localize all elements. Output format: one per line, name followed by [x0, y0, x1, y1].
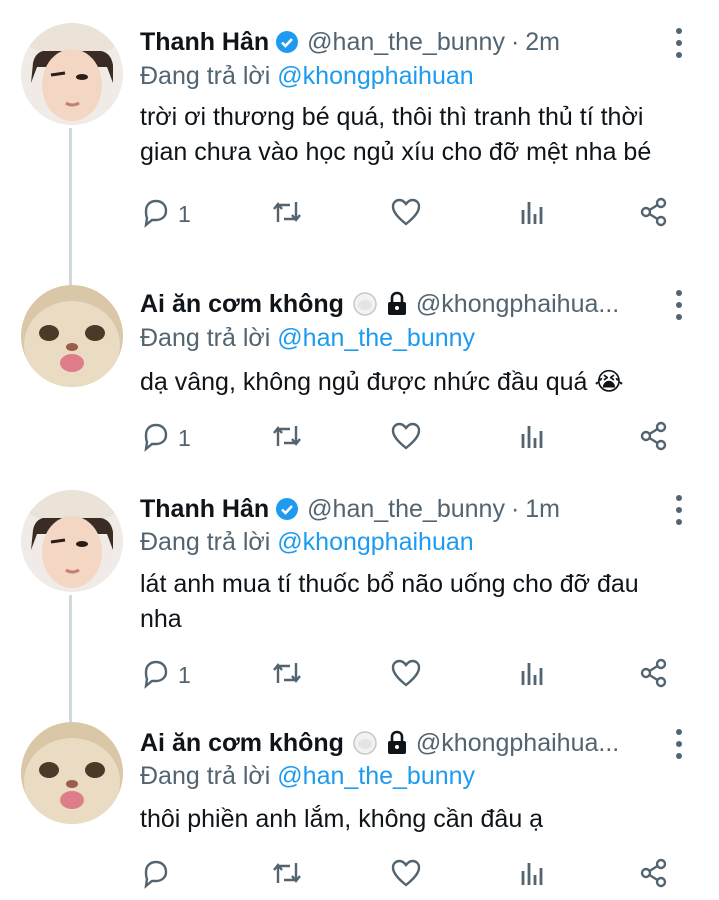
- handle[interactable]: @han_the_bunny: [307, 495, 505, 524]
- analytics-button[interactable]: [518, 657, 548, 694]
- mention-link[interactable]: @han_the_bunny: [277, 324, 475, 352]
- tweet-actions: 1: [140, 420, 680, 456]
- avatar[interactable]: [21, 490, 123, 592]
- avatar[interactable]: [21, 23, 123, 125]
- reply-icon: [140, 857, 172, 894]
- like-icon: [390, 420, 422, 457]
- verified-badge-icon: [275, 30, 299, 54]
- handle[interactable]: @khongphaihua...: [416, 729, 619, 758]
- share-button[interactable]: [638, 657, 670, 694]
- replying-to: Đang trả lời @han_the_bunny: [140, 762, 475, 791]
- retweet-icon: [270, 196, 304, 233]
- analytics-button[interactable]: [518, 857, 548, 894]
- tweet[interactable]: Ai ăn cơm không @khongphaihua... Đang tr…: [0, 705, 719, 900]
- retweet-button[interactable]: [270, 657, 304, 694]
- tweet-actions: 1: [140, 196, 680, 232]
- more-icon[interactable]: [669, 28, 689, 58]
- avatar[interactable]: [21, 285, 123, 387]
- separator-dot: ·: [510, 494, 520, 523]
- avatar[interactable]: [21, 722, 123, 824]
- tweet-header: Thanh Hân @han_the_bunny · 1m: [140, 492, 669, 526]
- reply-icon: [140, 657, 172, 694]
- tweet[interactable]: Thanh Hân @han_the_bunny · 2m Đang trả l…: [0, 0, 719, 230]
- like-icon: [390, 857, 422, 894]
- display-name[interactable]: Ai ăn cơm không: [140, 290, 344, 319]
- tweet-actions: 1: [140, 657, 680, 693]
- tweet-text: trời ơi thương bé quá, thôi thì tranh th…: [140, 103, 652, 166]
- timestamp[interactable]: 1m: [525, 495, 560, 524]
- rice-ball-icon: [352, 730, 378, 756]
- mention-link[interactable]: @khongphaihuan: [277, 62, 473, 90]
- reply-icon: [140, 420, 172, 457]
- like-button[interactable]: [390, 657, 422, 694]
- lock-icon: [386, 291, 408, 317]
- like-icon: [390, 196, 422, 233]
- tweet-header: Thanh Hân @han_the_bunny · 2m: [140, 25, 669, 59]
- display-name[interactable]: Ai ăn cơm không: [140, 729, 344, 758]
- mention-link[interactable]: @khongphaihuan: [277, 528, 473, 556]
- replying-prefix: Đang trả lời: [140, 762, 278, 790]
- tweet-text: thôi phiền anh lắm, không cần đâu ạ: [140, 805, 544, 833]
- display-name[interactable]: Thanh Hân: [140, 28, 269, 57]
- share-icon: [638, 196, 670, 233]
- timestamp[interactable]: 2m: [525, 28, 560, 57]
- reply-button[interactable]: [140, 857, 178, 894]
- tweet-text: lát anh mua tí thuốc bổ não uống cho đỡ …: [140, 570, 639, 633]
- like-button[interactable]: [390, 196, 422, 233]
- lock-icon: [386, 730, 408, 756]
- like-button[interactable]: [390, 420, 422, 457]
- reply-button[interactable]: 1: [140, 196, 191, 233]
- replying-to: Đang trả lời @khongphaihuan: [140, 528, 474, 557]
- retweet-icon: [270, 657, 304, 694]
- share-button[interactable]: [638, 857, 670, 894]
- handle[interactable]: @han_the_bunny: [307, 28, 505, 57]
- share-icon: [638, 857, 670, 894]
- tweet[interactable]: Ai ăn cơm không @khongphaihua... Đang tr…: [0, 268, 719, 498]
- replying-prefix: Đang trả lời: [140, 528, 278, 556]
- reply-button[interactable]: 1: [140, 420, 191, 457]
- analytics-icon: [518, 657, 548, 694]
- verified-badge-icon: [275, 497, 299, 521]
- analytics-button[interactable]: [518, 420, 548, 457]
- retweet-button[interactable]: [270, 857, 304, 894]
- retweet-icon: [270, 857, 304, 894]
- analytics-icon: [518, 857, 548, 894]
- reply-count: 1: [178, 662, 191, 688]
- share-icon: [638, 657, 670, 694]
- handle[interactable]: @khongphaihua...: [416, 290, 619, 319]
- replying-prefix: Đang trả lời: [140, 62, 278, 90]
- mention-link[interactable]: @han_the_bunny: [277, 762, 475, 790]
- reply-count: 1: [178, 201, 191, 227]
- rice-ball-icon: [352, 291, 378, 317]
- more-icon[interactable]: [669, 290, 689, 320]
- tweet-header: Ai ăn cơm không @khongphaihua...: [140, 726, 669, 760]
- analytics-icon: [518, 420, 548, 457]
- share-button[interactable]: [638, 420, 670, 457]
- retweet-button[interactable]: [270, 196, 304, 233]
- display-name[interactable]: Thanh Hân: [140, 495, 269, 524]
- analytics-button[interactable]: [518, 196, 548, 233]
- like-button[interactable]: [390, 857, 422, 894]
- like-icon: [390, 657, 422, 694]
- retweet-button[interactable]: [270, 420, 304, 457]
- reply-icon: [140, 196, 172, 233]
- separator-dot: ·: [510, 27, 520, 56]
- more-icon[interactable]: [669, 495, 689, 525]
- replying-to: Đang trả lời @khongphaihuan: [140, 62, 474, 91]
- more-icon[interactable]: [669, 729, 689, 759]
- replying-to: Đang trả lời @han_the_bunny: [140, 324, 475, 353]
- analytics-icon: [518, 196, 548, 233]
- tweet-actions: [140, 857, 680, 893]
- retweet-icon: [270, 420, 304, 457]
- reply-button[interactable]: 1: [140, 657, 191, 694]
- reply-count: 1: [178, 425, 191, 451]
- tweet-header: Ai ăn cơm không @khongphaihua...: [140, 287, 669, 321]
- share-icon: [638, 420, 670, 457]
- tweet-text: dạ vâng, không ngủ được nhức đầu quá 😭: [140, 368, 624, 396]
- tweet[interactable]: Thanh Hân @han_the_bunny · 1m Đang trả l…: [0, 470, 719, 700]
- share-button[interactable]: [638, 196, 670, 233]
- replying-prefix: Đang trả lời: [140, 324, 278, 352]
